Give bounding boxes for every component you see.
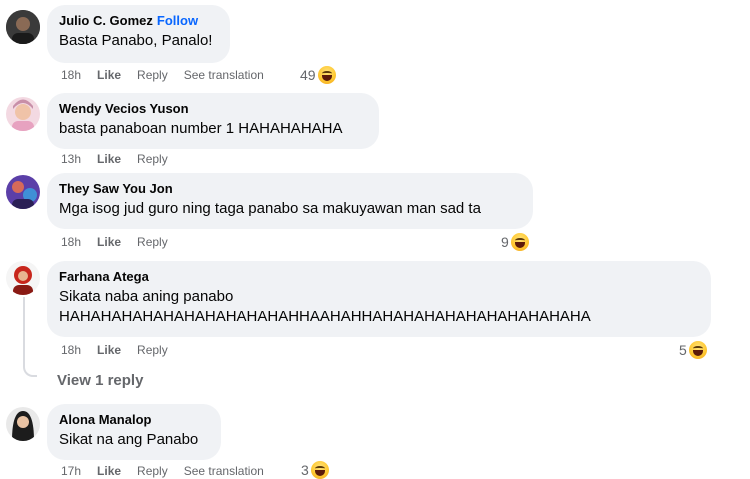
avatar[interactable] <box>6 97 40 131</box>
like-button[interactable]: Like <box>97 152 121 166</box>
reaction-summary[interactable]: 3 <box>301 461 329 479</box>
comment-farhana: Farhana Atega Sikata naba aning panabo H… <box>0 255 750 395</box>
haha-emoji-icon <box>510 233 529 251</box>
comment-actions: 18h Like Reply <box>61 235 168 249</box>
author-name[interactable]: They Saw You Jon <box>59 180 521 197</box>
reaction-summary[interactable]: 5 <box>679 341 707 359</box>
like-button[interactable]: Like <box>97 235 121 249</box>
follow-link[interactable]: Follow <box>157 13 198 28</box>
timestamp[interactable]: 18h <box>61 68 81 82</box>
comment-text: Basta Panabo, Panalo! <box>59 32 213 49</box>
reaction-count: 5 <box>679 342 687 358</box>
author-name[interactable]: Alona Manalop <box>59 411 209 428</box>
reaction-count: 49 <box>300 67 316 83</box>
comment-bubble: Wendy Vecios Yuson basta panaboan number… <box>47 93 379 149</box>
comment-actions: 18h Like Reply <box>61 343 168 357</box>
reply-button[interactable]: Reply <box>137 68 168 82</box>
comment-julio: Julio C. Gomez Follow Basta Panabo, Panal… <box>0 0 750 90</box>
comment-jon: They Saw You Jon Mga isog jud guro ning … <box>0 170 750 255</box>
author-name[interactable]: Julio C. Gomez <box>59 13 153 28</box>
reply-thread-line <box>23 297 37 377</box>
avatar[interactable] <box>6 407 40 441</box>
comment-text: Mga isog jud guro ning taga panabo sa ma… <box>59 200 481 217</box>
avatar[interactable] <box>6 10 40 44</box>
like-button[interactable]: Like <box>97 343 121 357</box>
comment-bubble: Alona Manalop Sikat na ang Panabo <box>47 404 221 460</box>
like-button[interactable]: Like <box>97 68 121 82</box>
comment-actions: 18h Like Reply See translation <box>61 68 264 82</box>
comment-text: Sikat na ang Panabo <box>59 431 199 448</box>
comment-text-line-1: Sikata naba aning panabo <box>59 288 234 305</box>
timestamp[interactable]: 13h <box>61 152 81 166</box>
comment-text: basta panaboan number 1 HAHAHAHAHA <box>59 120 343 137</box>
avatar[interactable] <box>6 261 40 295</box>
comment-alona: Alona Manalop Sikat na ang Panabo 17h Li… <box>0 395 750 479</box>
haha-emoji-icon <box>688 341 707 359</box>
haha-emoji-icon <box>317 66 336 84</box>
comment-text-line-2: HAHAHAHAHAHAHAHAHAHAHAHHAAHAHHAHAHAHAHAH… <box>59 308 591 325</box>
comment-bubble: Farhana Atega Sikata naba aning panabo H… <box>47 261 711 337</box>
reaction-summary[interactable]: 49 <box>300 66 336 84</box>
reply-button[interactable]: Reply <box>137 152 168 166</box>
haha-emoji-icon <box>310 461 329 479</box>
reply-button[interactable]: Reply <box>137 235 168 249</box>
avatar[interactable] <box>6 175 40 209</box>
reply-button[interactable]: Reply <box>137 343 168 357</box>
view-replies-link[interactable]: View 1 reply <box>57 372 143 389</box>
author-name[interactable]: Farhana Atega <box>59 268 699 285</box>
reaction-count: 9 <box>501 234 509 250</box>
timestamp[interactable]: 18h <box>61 235 81 249</box>
comment-wendy: Wendy Vecios Yuson basta panaboan number… <box>0 90 750 170</box>
see-translation-link[interactable]: See translation <box>184 68 264 82</box>
author-name[interactable]: Wendy Vecios Yuson <box>59 100 367 117</box>
reaction-summary[interactable]: 9 <box>501 233 529 251</box>
comment-bubble: They Saw You Jon Mga isog jud guro ning … <box>47 173 533 229</box>
comment-bubble: Julio C. Gomez Follow Basta Panabo, Panal… <box>47 5 230 63</box>
timestamp[interactable]: 18h <box>61 343 81 357</box>
comment-actions: 13h Like Reply <box>61 152 168 166</box>
